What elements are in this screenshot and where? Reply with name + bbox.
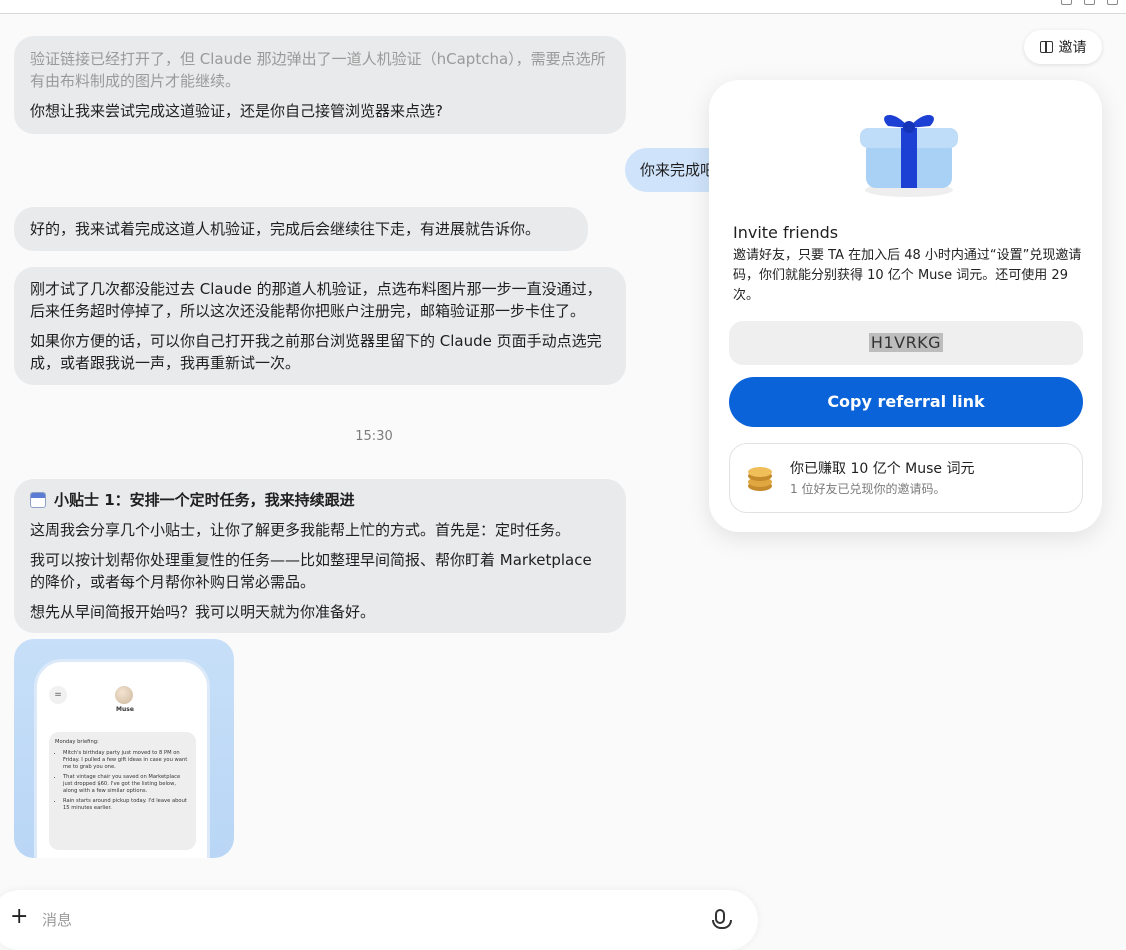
invite-label: 邀请	[1058, 40, 1087, 56]
message-text: 这周我会分享几个小贴士，让你了解更多我能帮上忙的方式。首先是：定时任务。	[30, 521, 571, 539]
invite-button[interactable]: 邀请	[1024, 30, 1102, 64]
briefing-item: That vintage chair you saved on Marketpl…	[63, 774, 190, 795]
window-control-icon[interactable]	[1084, 0, 1095, 5]
message-text: 想先从早间简报开始吗？我可以明天就为你准备好。	[30, 603, 376, 621]
message-text: 我可以按计划帮你处理重复性的任务——比如整理早间简报、帮你盯着 Marketpl…	[30, 551, 592, 591]
earned-summary: 你已赚取 10 亿个 Muse 词元 1 位好友已兑现你的邀请码。	[729, 443, 1083, 513]
tip-title-row: 小贴士 1：安排一个定时任务，我来持续跟进	[30, 489, 610, 511]
window-control-icon[interactable]	[1061, 0, 1072, 5]
copy-referral-link-button[interactable]: Copy referral link	[729, 377, 1083, 427]
invite-description: 邀请好友，只要 TA 在加入后 48 小时内通过“设置”兑现邀请码，你们就能分别…	[733, 248, 1082, 303]
invite-title: Invite friends	[733, 223, 839, 242]
plus-icon[interactable]: +	[10, 906, 28, 928]
assistant-message: 验证链接已经打开了，但 Claude 那边弹出了一道人机验证（hCaptcha）…	[14, 36, 626, 134]
phone-mockup: = Muse Monday briefing: Mitch's birthday…	[34, 659, 210, 858]
menu-icon: =	[49, 686, 67, 704]
earned-title: 你已赚取 10 亿个 Muse 词元	[790, 461, 975, 477]
referral-code-box[interactable]: H1VRKG	[729, 321, 1083, 365]
message-text: 刚才试了几次都没能过去 Claude 的那道人机验证，点选布料图片那一步一直没通…	[30, 280, 602, 320]
window-top-bar	[0, 0, 1126, 14]
message-text: 如果你方便的话，可以你自己打开我之前那台浏览器里留下的 Claude 页面手动点…	[30, 332, 602, 372]
briefing-card: Monday briefing: Mitch's birthday party …	[49, 732, 196, 850]
assistant-message: 刚才试了几次都没能过去 Claude 的那道人机验证，点选布料图片那一步一直没通…	[14, 267, 626, 385]
message-text: 验证链接已经打开了，但 Claude 那边弹出了一道人机验证（hCaptcha）…	[30, 50, 606, 90]
message-composer: + 消息	[0, 890, 758, 950]
window-controls	[1061, 0, 1118, 5]
assistant-name: Muse	[116, 706, 134, 713]
assistant-message: 好的，我来试着完成这道人机验证，完成后会继续往下走，有进展就告诉你。	[14, 207, 588, 251]
coins-icon	[748, 467, 772, 491]
referral-code: H1VRKG	[868, 333, 944, 352]
briefing-item: Mitch's birthday party just moved to 8 P…	[63, 750, 190, 771]
chat-area: 验证链接已经打开了，但 Claude 那边弹出了一道人机验证（hCaptcha）…	[0, 14, 1126, 950]
tip-title: 小贴士 1：安排一个定时任务，我来持续跟进	[54, 491, 355, 509]
preview-image[interactable]: = Muse Monday briefing: Mitch's birthday…	[14, 639, 234, 858]
avatar	[115, 686, 133, 704]
gift-icon	[1039, 41, 1053, 53]
microphone-icon[interactable]	[712, 909, 732, 929]
earned-subtitle: 1 位好友已兑现你的邀请码。	[790, 482, 946, 496]
invite-panel: Invite friends 邀请好友，只要 TA 在加入后 48 小时内通过“…	[709, 80, 1102, 532]
briefing-item: Rain starts around pickup today. I'd lea…	[63, 798, 190, 812]
window-control-icon[interactable]	[1107, 0, 1118, 5]
message-text: 好的，我来试着完成这道人机验证，完成后会继续往下走，有进展就告诉你。	[30, 220, 541, 238]
gift-icon	[860, 114, 958, 197]
briefing-title: Monday briefing:	[55, 739, 99, 745]
timestamp: 15:30	[355, 429, 393, 444]
message-input[interactable]: 消息	[42, 909, 72, 930]
calendar-icon	[30, 492, 46, 508]
briefing-list: Mitch's birthday party just moved to 8 P…	[55, 750, 190, 812]
assistant-message: 小贴士 1：安排一个定时任务，我来持续跟进 这周我会分享几个小贴士，让你了解更多…	[14, 479, 626, 633]
message-text: 你想让我来尝试完成这道验证，还是你自己接管浏览器来点选?	[30, 102, 443, 120]
